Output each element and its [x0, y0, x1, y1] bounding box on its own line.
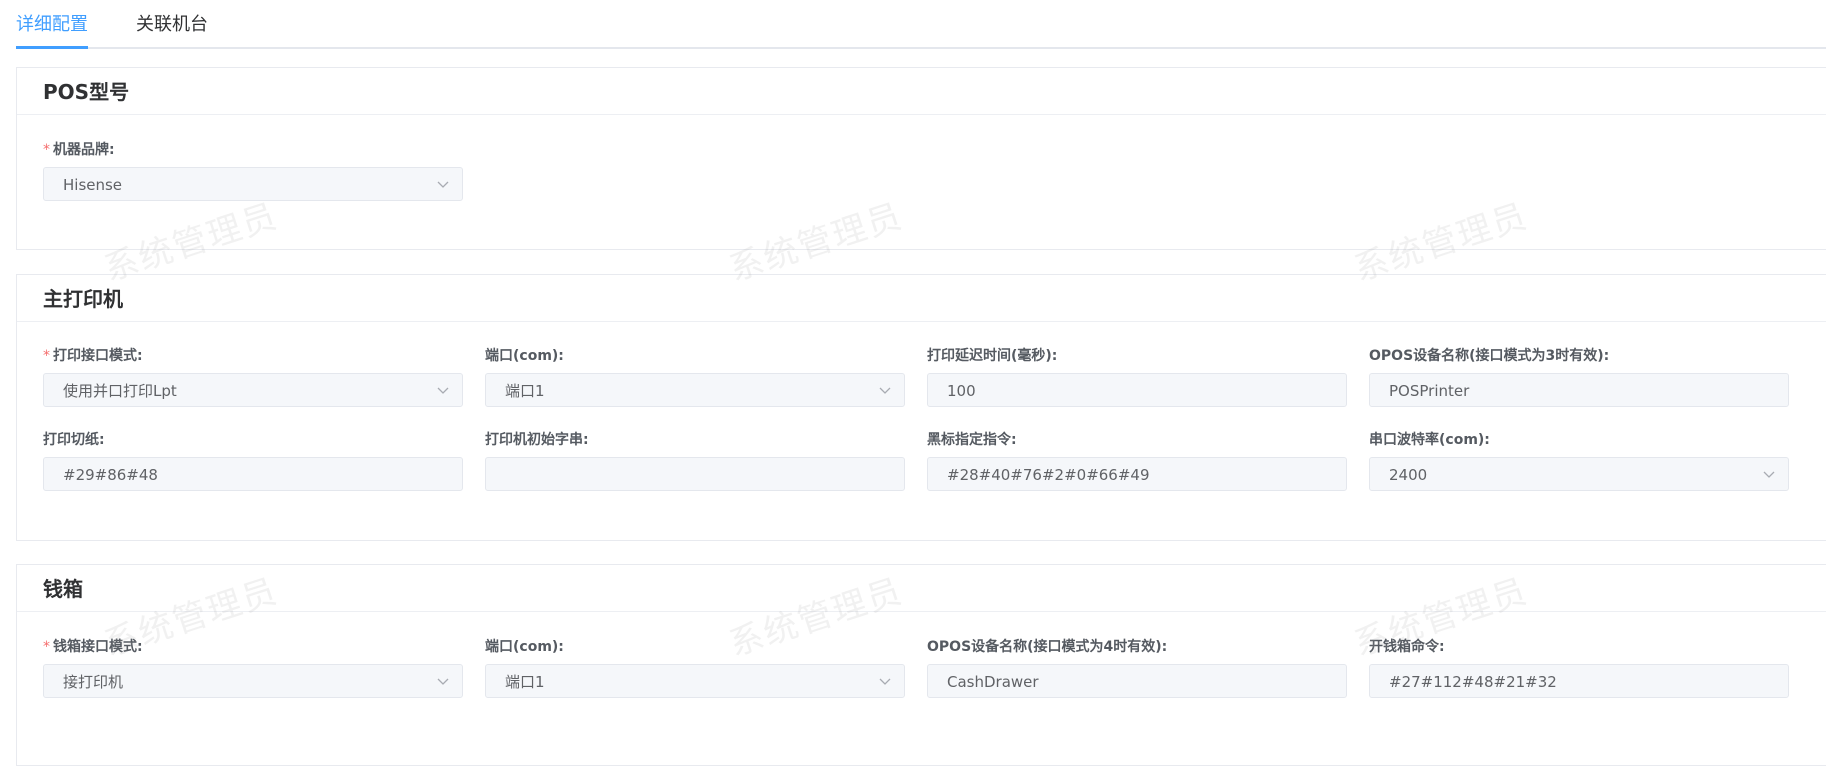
- printer-init-string-label: 打印机初始字串:: [485, 432, 589, 448]
- printer-port-select[interactable]: 端口1: [485, 373, 905, 407]
- printer-opos-name-label: OPOS设备名称(接口模式为3时有效):: [1369, 348, 1610, 364]
- printer-opos-name-input[interactable]: POSPrinter: [1369, 373, 1789, 407]
- required-asterisk: *: [43, 142, 50, 158]
- cash-drawer-section: 钱箱 * 钱箱接口模式: 接打印机 端口(com): 端口1 OPOS设备名称(接…: [16, 564, 1826, 766]
- active-tab-indicator: [16, 46, 88, 49]
- printer-port-value: 端口1: [505, 382, 545, 400]
- black-mark-command-value: #28#40#76#2#0#66#49: [947, 466, 1150, 484]
- printer-interface-mode-value: 使用并口打印Lpt: [63, 382, 177, 400]
- cash-drawer-port-field: 端口(com): 端口1: [485, 638, 905, 698]
- required-asterisk: *: [43, 348, 50, 364]
- pos-model-section: POS型号 * 机器品牌: Hisense: [16, 67, 1826, 250]
- printer-opos-name-field: OPOS设备名称(接口模式为3时有效): POSPrinter: [1369, 347, 1789, 407]
- brand-field: * 机器品牌: Hisense: [43, 141, 463, 201]
- cash-drawer-header: 钱箱: [17, 565, 1826, 612]
- required-asterisk: *: [43, 639, 50, 655]
- main-printer-header: 主打印机: [17, 275, 1826, 322]
- cash-drawer-port-label: 端口(com):: [485, 639, 564, 655]
- printer-init-string-input[interactable]: [485, 457, 905, 491]
- printer-init-string-field: 打印机初始字串:: [485, 431, 905, 491]
- chevron-down-icon: [878, 383, 892, 397]
- cut-paper-field: 打印切纸: #29#86#48: [43, 431, 463, 491]
- tab-linked-machines[interactable]: 关联机台: [136, 14, 208, 36]
- cash-drawer-interface-mode-select[interactable]: 接打印机: [43, 664, 463, 698]
- black-mark-command-input[interactable]: #28#40#76#2#0#66#49: [927, 457, 1347, 491]
- cash-drawer-opos-name-label: OPOS设备名称(接口模式为4时有效):: [927, 639, 1168, 655]
- tab-bar: 详细配置 关联机台: [0, 0, 1826, 50]
- black-mark-command-label: 黑标指定指令:: [927, 432, 1017, 448]
- cash-drawer-opos-name-field: OPOS设备名称(接口模式为4时有效): CashDrawer: [927, 638, 1347, 698]
- cash-drawer-interface-mode-label: * 钱箱接口模式:: [43, 639, 143, 655]
- cut-paper-label: 打印切纸:: [43, 432, 105, 448]
- printer-opos-name-value: POSPrinter: [1389, 382, 1470, 400]
- open-drawer-command-label: 开钱箱命令:: [1369, 639, 1445, 655]
- cut-paper-value: #29#86#48: [63, 466, 158, 484]
- chevron-down-icon: [436, 383, 450, 397]
- main-printer-title: 主打印机: [43, 287, 123, 311]
- chevron-down-icon: [436, 674, 450, 688]
- cash-drawer-interface-mode-value: 接打印机: [63, 673, 124, 691]
- chevron-down-icon: [1762, 467, 1776, 481]
- open-drawer-command-input[interactable]: #27#112#48#21#32: [1369, 664, 1789, 698]
- printer-port-field: 端口(com): 端口1: [485, 347, 905, 407]
- cash-drawer-port-value: 端口1: [505, 673, 545, 691]
- tab-bar-divider: [16, 47, 1826, 49]
- cash-drawer-opos-name-input[interactable]: CashDrawer: [927, 664, 1347, 698]
- cash-drawer-title: 钱箱: [43, 577, 83, 601]
- printer-interface-mode-select[interactable]: 使用并口打印Lpt: [43, 373, 463, 407]
- brand-value: Hisense: [63, 176, 123, 194]
- cash-drawer-port-select[interactable]: 端口1: [485, 664, 905, 698]
- open-drawer-command-field: 开钱箱命令: #27#112#48#21#32: [1369, 638, 1789, 698]
- brand-label: * 机器品牌:: [43, 142, 115, 158]
- black-mark-command-field: 黑标指定指令: #28#40#76#2#0#66#49: [927, 431, 1347, 491]
- chevron-down-icon: [878, 674, 892, 688]
- printer-port-label: 端口(com):: [485, 348, 564, 364]
- cash-drawer-interface-mode-field: * 钱箱接口模式: 接打印机: [43, 638, 463, 698]
- print-delay-label: 打印延迟时间(毫秒):: [927, 348, 1058, 364]
- print-delay-field: 打印延迟时间(毫秒): 100: [927, 347, 1347, 407]
- printer-interface-mode-label: * 打印接口模式:: [43, 348, 143, 364]
- cut-paper-input[interactable]: #29#86#48: [43, 457, 463, 491]
- baud-rate-field: 串口波特率(com): 2400: [1369, 431, 1789, 491]
- chevron-down-icon: [436, 177, 450, 191]
- main-printer-section: 主打印机 * 打印接口模式: 使用并口打印Lpt 端口(com): 端口1 打印延…: [16, 274, 1826, 541]
- baud-rate-value: 2400: [1389, 466, 1428, 484]
- open-drawer-command-value: #27#112#48#21#32: [1389, 673, 1557, 691]
- cash-drawer-opos-name-value: CashDrawer: [947, 673, 1039, 691]
- pos-model-header: POS型号: [17, 68, 1826, 115]
- print-delay-input[interactable]: 100: [927, 373, 1347, 407]
- baud-rate-label: 串口波特率(com):: [1369, 432, 1490, 448]
- brand-select[interactable]: Hisense: [43, 167, 463, 201]
- printer-interface-mode-field: * 打印接口模式: 使用并口打印Lpt: [43, 347, 463, 407]
- tab-detail-config[interactable]: 详细配置: [16, 14, 88, 36]
- baud-rate-select[interactable]: 2400: [1369, 457, 1789, 491]
- print-delay-value: 100: [947, 382, 976, 400]
- pos-model-title: POS型号: [43, 80, 130, 104]
